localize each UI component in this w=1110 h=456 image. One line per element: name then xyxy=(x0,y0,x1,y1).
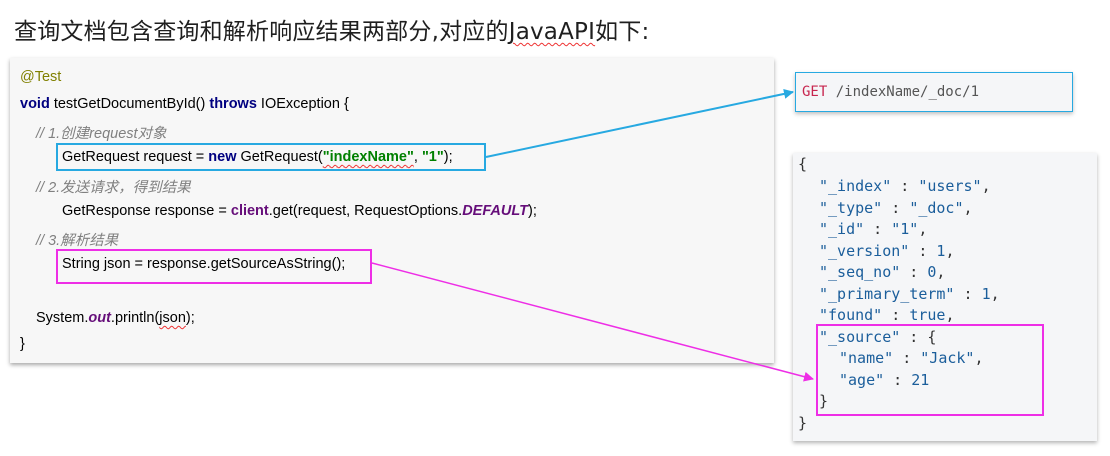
arrow-request-to-get xyxy=(485,88,794,158)
arrow-source-to-json xyxy=(371,262,814,382)
arrows-layer xyxy=(371,88,814,382)
